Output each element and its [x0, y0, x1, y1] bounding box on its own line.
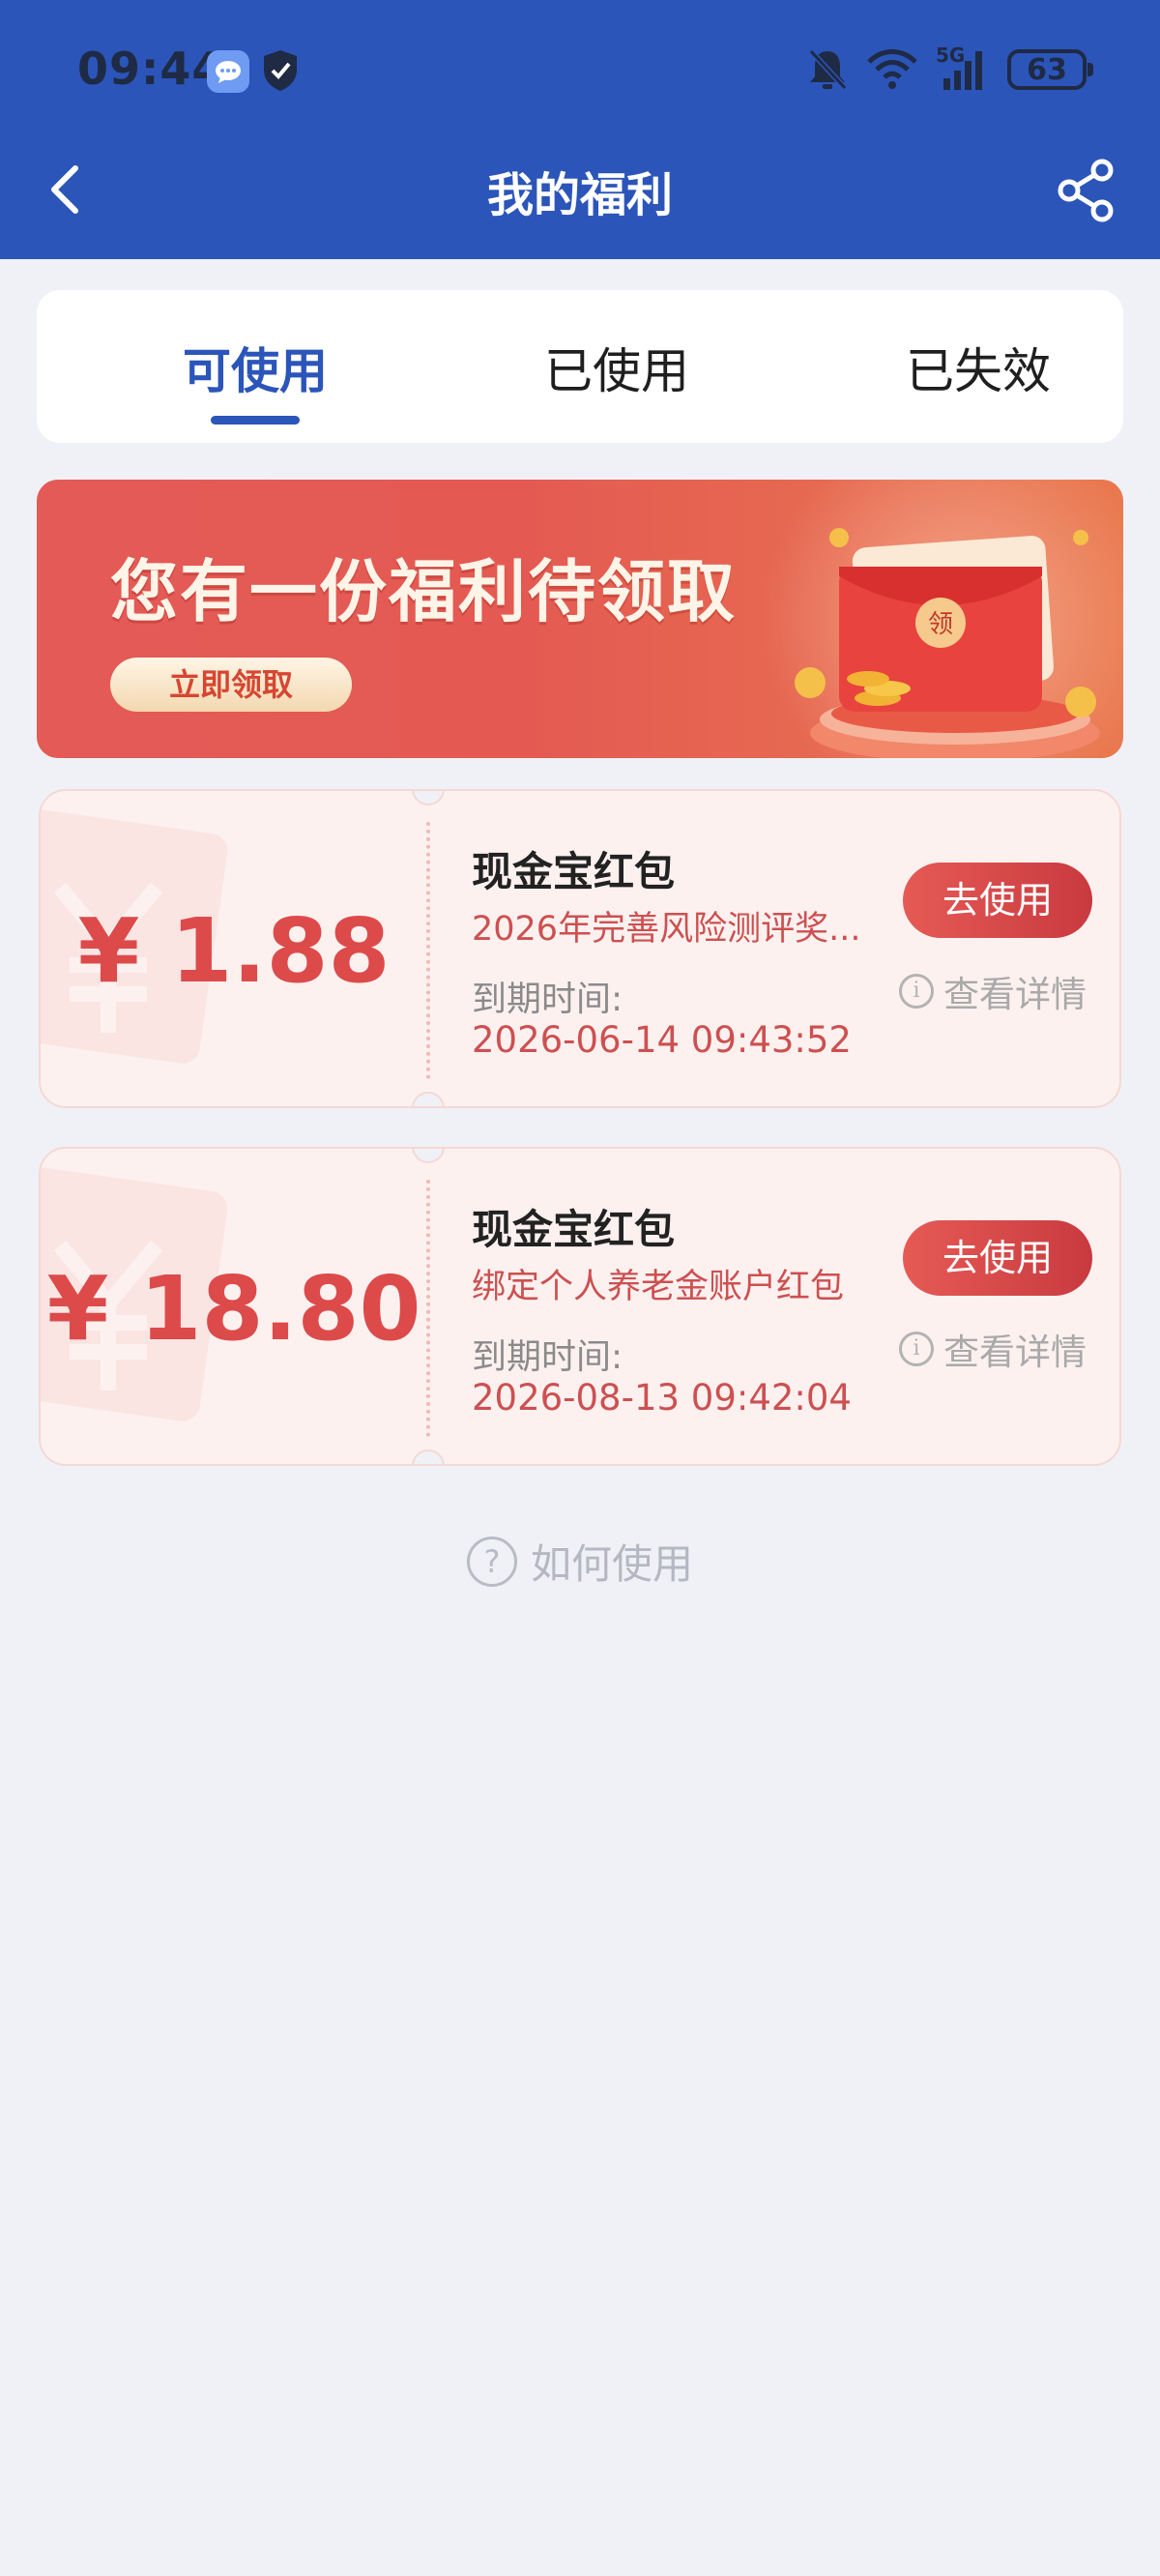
question-icon: ?	[466, 1536, 517, 1587]
expire-value: 2026-08-13 09:42:04	[472, 1377, 852, 1419]
coupon-amount: ¥ 1.88	[77, 899, 391, 1003]
tab-available[interactable]: 可使用	[110, 333, 400, 402]
expire-label: 到期时间:	[472, 1337, 624, 1377]
expire-label: 到期时间:	[472, 980, 624, 1019]
coupon-title: 现金宝红包	[472, 1206, 676, 1253]
coupon-title: 现金宝红包	[472, 848, 676, 895]
claim-now-button[interactable]: 立即领取	[110, 658, 352, 712]
view-details-link[interactable]: i 查看详情	[899, 965, 1087, 1017]
coupon-card: ¥ 18.80 现金宝红包 绑定个人养老金账户红包 到期时间: 2026-08-…	[39, 1147, 1121, 1466]
envelope-char: 领	[928, 610, 953, 639]
status-icons: 5G 63	[806, 44, 1093, 95]
bell-off-icon	[808, 48, 848, 91]
red-envelope-illustration: 领	[795, 528, 1100, 758]
coupon-description: 2026年完善风险测评奖...	[472, 910, 861, 949]
info-icon: i	[899, 974, 934, 1009]
ticket-notch	[412, 791, 445, 805]
coupon-amount: ¥ 18.80	[46, 1257, 421, 1361]
active-tab-indicator	[211, 416, 300, 424]
status-bar: 09:44 5G 63	[0, 0, 1160, 143]
banner-title: 您有一份福利待领取	[110, 552, 737, 631]
ticket-notch	[412, 1092, 445, 1106]
tab-expired[interactable]: 已失效	[833, 333, 1123, 402]
how-to-use-link[interactable]: ? 如何使用	[0, 1532, 1160, 1591]
coupon-description: 绑定个人养老金账户红包	[472, 1268, 845, 1306]
view-details-label: 查看详情	[943, 1332, 1087, 1373]
wifi-icon	[867, 49, 917, 89]
tabs-bar: 可使用 已使用 已失效	[37, 290, 1123, 443]
ticket-notch	[412, 1149, 445, 1163]
coupon-card: ¥ 1.88 现金宝红包 2026年完善风险测评奖... 到期时间: 2026-…	[39, 789, 1121, 1108]
expire-value: 2026-06-14 09:43:52	[472, 1019, 852, 1061]
message-icon	[207, 50, 249, 93]
use-button[interactable]: 去使用	[903, 1220, 1092, 1296]
signal-icon: 5G	[936, 44, 990, 92]
header: 09:44 5G 63 我的福利	[0, 0, 1160, 259]
view-details-link[interactable]: i 查看详情	[899, 1323, 1087, 1375]
status-time: 09:44	[77, 43, 224, 95]
welfare-banner[interactable]: 您有一份福利待领取 立即领取 领	[37, 480, 1123, 758]
use-button[interactable]: 去使用	[903, 863, 1092, 938]
how-to-use-label: 如何使用	[530, 1540, 693, 1588]
battery-icon: 63	[1007, 49, 1093, 90]
tab-used[interactable]: 已使用	[472, 333, 762, 402]
info-icon: i	[899, 1332, 934, 1366]
nav-bar: 我的福利	[0, 143, 1160, 259]
ticket-notch	[412, 1449, 445, 1464]
shield-icon	[261, 48, 300, 93]
share-icon[interactable]	[1056, 159, 1116, 222]
view-details-label: 查看详情	[943, 974, 1087, 1015]
page-title: 我的福利	[486, 168, 673, 222]
